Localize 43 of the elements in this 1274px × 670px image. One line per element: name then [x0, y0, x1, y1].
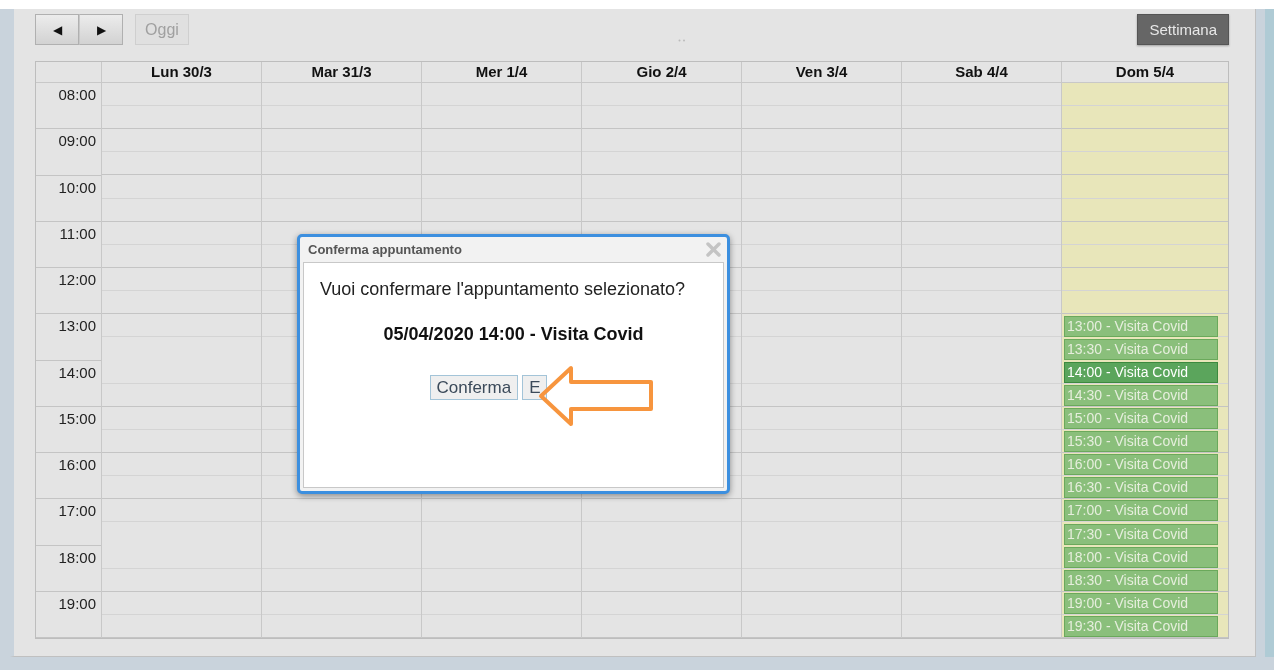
- hour-label: 16:00: [58, 456, 96, 473]
- hour-label: 19:00: [58, 594, 96, 612]
- dialog-title: Conferma appuntamento: [308, 242, 462, 257]
- appointment-slot[interactable]: 14:30 - Visita Covid: [1064, 384, 1218, 406]
- day-header: Mar 31/3: [261, 62, 421, 82]
- close-icon[interactable]: [706, 242, 721, 257]
- hour-label: 13:00: [58, 317, 96, 335]
- appointment-slot[interactable]: 16:30 - Visita Covid: [1064, 477, 1218, 499]
- hour-label: 17:00: [58, 502, 96, 520]
- day-header: Mer 1/4: [421, 62, 581, 82]
- appointment-slot[interactable]: 17:00 - Visita Covid: [1064, 500, 1218, 522]
- day-header: Gio 2/4: [581, 62, 741, 82]
- dialog-message: Vuoi confermare l'appuntamento selezionato?: [320, 279, 686, 300]
- hour-label: 09:00: [58, 132, 96, 150]
- appointment-slot[interactable]: 18:30 - Visita Covid: [1064, 569, 1218, 591]
- appointment-slot[interactable]: 18:00 - Visita Covid: [1064, 546, 1218, 568]
- hour-label: 14:00: [58, 363, 96, 381]
- appointment-slot[interactable]: 17:30 - Visita Covid: [1064, 523, 1218, 545]
- appointment-slot[interactable]: 15:00 - Visita Covid: [1064, 408, 1218, 430]
- dialog-button[interactable]: Conferma: [429, 375, 519, 400]
- day-header: Dom 5/4: [1061, 62, 1228, 82]
- next-button[interactable]: ▶: [79, 14, 123, 45]
- hour-label: 12:00: [58, 271, 96, 288]
- hour-label: 11:00: [59, 224, 96, 242]
- hour-label: 18:00: [58, 548, 96, 566]
- day-header: Sab 4/4: [901, 62, 1061, 82]
- appointment-slot[interactable]: 16:00 - Visita Covid: [1064, 454, 1218, 476]
- appointment-slot[interactable]: 15:30 - Visita Covid: [1064, 431, 1218, 453]
- previous-button[interactable]: ◀: [35, 14, 79, 45]
- hour-label: 08:00: [58, 86, 96, 103]
- hour-label: 15:00: [58, 409, 96, 427]
- day-header: Lun 30/3: [101, 62, 261, 82]
- appointment-detail: 05/04/2020 14:00 - Visita Covid: [382, 324, 645, 345]
- day-header: Ven 3/4: [741, 62, 901, 82]
- week-view-button[interactable]: Settimana: [1137, 14, 1229, 45]
- appointment-slot[interactable]: 13:30 - Visita Covid: [1064, 338, 1218, 360]
- appointment-slot[interactable]: 14:00 - Visita Covid: [1064, 361, 1218, 383]
- appointment-slot[interactable]: 13:00 - Visita Covid: [1064, 315, 1218, 337]
- dialog-button[interactable]: E: [522, 375, 548, 400]
- appointment-slot[interactable]: 19:30 - Visita Covid: [1064, 615, 1218, 637]
- appointment-slot[interactable]: 19:00 - Visita Covid: [1064, 592, 1218, 614]
- grip-icon[interactable]: [678, 39, 686, 42]
- hour-label: 10:00: [58, 178, 96, 196]
